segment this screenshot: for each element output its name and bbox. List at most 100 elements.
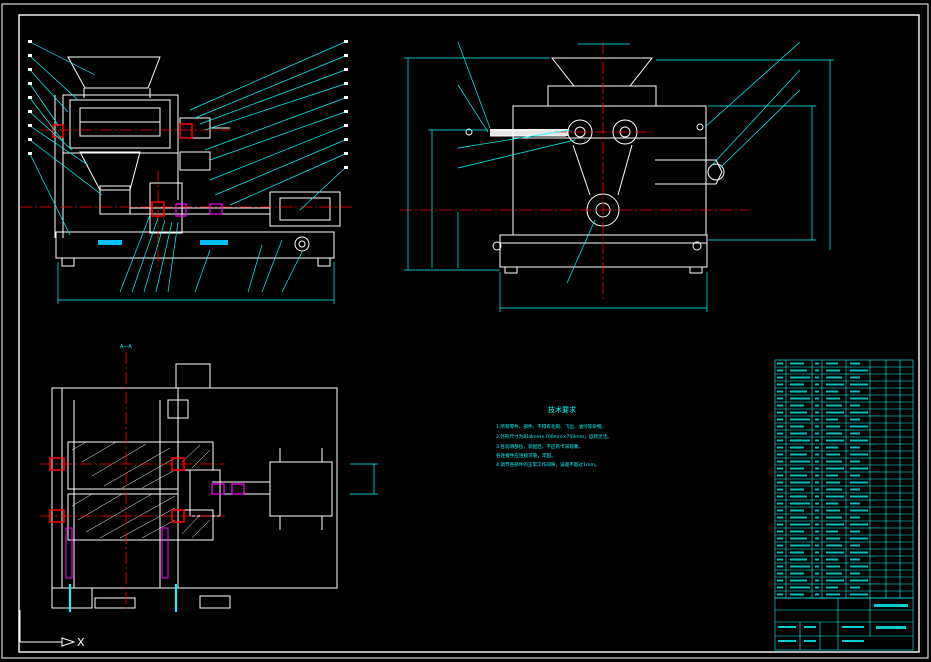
parts-list-entry [815, 411, 819, 414]
parts-list-entry [826, 495, 844, 498]
parts-list-entry [815, 530, 819, 533]
parts-list-entry [850, 474, 860, 477]
parts-list-entry [815, 537, 819, 540]
parts-list-entry [815, 439, 819, 442]
parts-list-entry [850, 551, 868, 554]
parts-list-entry [790, 572, 804, 575]
parts-list-entry [790, 495, 807, 498]
parts-list-entry [790, 474, 807, 477]
parts-list-entry [790, 432, 807, 435]
parts-list-entry [815, 404, 819, 407]
parts-list-entry [850, 516, 860, 519]
parts-list-entry [790, 439, 810, 442]
parts-list-entry [790, 376, 810, 379]
parts-list-entry [826, 586, 838, 589]
parts-list-entry [777, 474, 783, 477]
parts-list-entry [790, 404, 804, 407]
parts-list-entry [826, 362, 838, 365]
cad-drawing-canvas[interactable]: A—A 技术要求 1.所有零件、部件、不得有毛刺、飞边、油污等杂物。 2.外形尺… [0, 0, 931, 662]
parts-list-entry [850, 579, 868, 582]
parts-list-entry [790, 418, 810, 421]
parts-list-entry [815, 460, 819, 463]
parts-list-entry [777, 460, 783, 463]
parts-list-entry [850, 523, 868, 526]
parts-list-entry [826, 558, 838, 561]
parts-list-entry [826, 481, 840, 484]
tech-req-line-2: 2.外形尺寸为818mm×700mm×750mm，运转灵活。 [496, 433, 612, 440]
tech-req-line-4: 各连接件应连接可靠，牢固。 [496, 452, 556, 459]
parts-list-entry [790, 509, 804, 512]
parts-list-entry [815, 453, 819, 456]
parts-list-entry [850, 418, 860, 421]
parts-list-entry [777, 523, 783, 526]
parts-list-entry [850, 376, 860, 379]
parts-list-entry [777, 565, 783, 568]
parts-list-entry [826, 404, 842, 407]
parts-list-entry [850, 593, 868, 596]
parts-list-entry [777, 579, 783, 582]
tech-req-title: 技术要求 [548, 405, 576, 414]
parts-list-entry [826, 502, 838, 505]
parts-list-entry [826, 551, 844, 554]
parts-list-entry [815, 544, 819, 547]
parts-list-entry [815, 418, 819, 421]
parts-list-entry [850, 397, 868, 400]
parts-list-entry [790, 579, 807, 582]
parts-list-entry [790, 362, 804, 365]
parts-list-entry [850, 530, 860, 533]
tech-req-line-3: 3.各润滑部位，装配后，不应有卡滞现象。 [496, 443, 583, 450]
parts-list-entry [826, 397, 840, 400]
parts-list-entry [850, 446, 860, 449]
parts-list-entry [790, 488, 804, 491]
parts-list-entry [790, 530, 804, 533]
parts-list-entry [790, 383, 804, 386]
tech-req-line-1: 1.所有零件、部件、不得有毛刺、飞边、油污等杂物。 [496, 423, 606, 430]
parts-list-entry [850, 565, 868, 568]
parts-list-entry [850, 488, 860, 491]
parts-list-entry [826, 544, 842, 547]
parts-list-entry [850, 453, 868, 456]
parts-list-entry [790, 467, 804, 470]
parts-list-entry [790, 481, 810, 484]
parts-list-entry [790, 593, 804, 596]
parts-list-entry [790, 502, 810, 505]
parts-list-entry [790, 369, 807, 372]
parts-list-entry [815, 383, 819, 386]
parts-list-entry [815, 425, 819, 428]
parts-list-entry [815, 579, 819, 582]
parts-list-entry [777, 369, 783, 372]
parts-list-entry [826, 509, 840, 512]
parts-list-entry [850, 558, 860, 561]
parts-list-entry [826, 369, 840, 372]
parts-list-entry [826, 593, 840, 596]
parts-list-entry [850, 369, 868, 372]
parts-list-entry [826, 411, 844, 414]
parts-list-entry [790, 411, 807, 414]
parts-list-entry [777, 397, 783, 400]
parts-list-entry [850, 495, 868, 498]
parts-list-entry [815, 432, 819, 435]
parts-list-entry [815, 502, 819, 505]
parts-list-entry [850, 537, 868, 540]
parts-list-entry [777, 467, 783, 470]
parts-list-entry [826, 439, 844, 442]
parts-list-entry [790, 390, 807, 393]
tech-req-line-5: 4.调节各部件的正常工作间隙，误差不超过1mm。 [496, 461, 600, 468]
parts-list-entry [777, 544, 783, 547]
parts-list-entry [826, 453, 840, 456]
parts-list-entry [815, 495, 819, 498]
parts-list-entry [850, 404, 860, 407]
parts-list-entry [815, 572, 819, 575]
parts-list-entry [850, 502, 860, 505]
parts-list-entry [790, 523, 810, 526]
parts-list-entry [815, 593, 819, 596]
parts-list-entry [850, 362, 860, 365]
parts-list-entry [826, 390, 838, 393]
parts-list-entry [777, 411, 783, 414]
parts-list-entry [826, 460, 842, 463]
parts-list-entry [815, 523, 819, 526]
parts-list-entry [790, 425, 804, 428]
parts-list-entry [826, 432, 842, 435]
parts-list-entry [815, 551, 819, 554]
parts-list-entry [815, 565, 819, 568]
